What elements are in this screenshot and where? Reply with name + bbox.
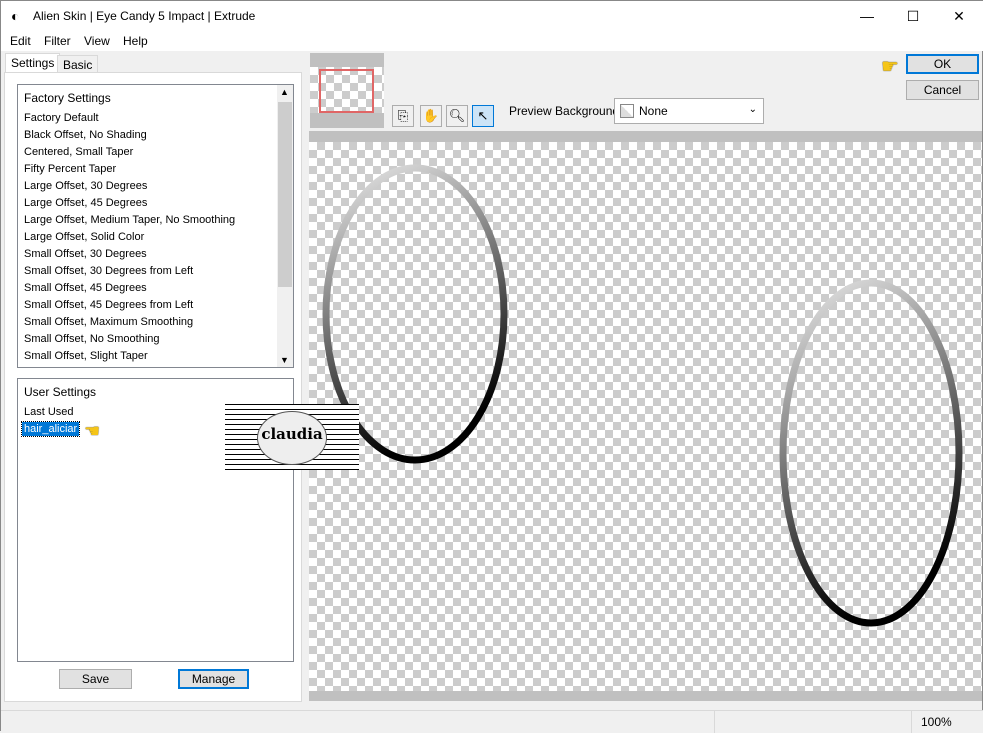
list-item-selected[interactable]: hair_aliciar [20, 421, 81, 437]
scroll-down-icon[interactable]: ▼ [280, 355, 289, 365]
menu-filter[interactable]: Filter [44, 34, 71, 48]
list-item[interactable]: Small Offset, 45 Degrees [24, 282, 147, 294]
ok-button[interactable]: OK [906, 54, 979, 74]
menu-edit[interactable]: Edit [10, 34, 31, 48]
list-item[interactable]: Large Offset, 45 Degrees [24, 197, 147, 209]
list-item[interactable]: Black Offset, No Shading [24, 129, 147, 141]
zoom-preview-icon[interactable]: ⎘ [392, 105, 414, 127]
pointing-hand-icon: ☚ [84, 421, 101, 441]
pointing-hand-icon: ☛ [881, 56, 899, 78]
preview-background-select[interactable]: None ⌄ [614, 98, 764, 124]
scroll-thumb[interactable] [278, 102, 292, 287]
save-button[interactable]: Save [59, 669, 132, 689]
menu-help[interactable]: Help [123, 34, 148, 48]
list-item[interactable]: Centered, Small Taper [24, 146, 133, 158]
scrollbar[interactable]: ▲ ▼ [277, 85, 293, 367]
close-button[interactable]: ✕ [936, 1, 982, 31]
app-icon: ◐ [11, 8, 20, 24]
menu-bar: Edit Filter View Help [1, 31, 983, 51]
tab-basic[interactable]: Basic [57, 55, 99, 73]
list-item[interactable]: Fifty Percent Taper [24, 163, 116, 175]
maximize-button[interactable]: ☐ [890, 1, 936, 31]
list-item[interactable]: Small Offset, Slight Taper [24, 350, 148, 362]
list-item[interactable]: Small Offset, 30 Degrees [24, 248, 147, 260]
title-bar: ◐ Alien Skin | Eye Candy 5 Impact | Extr… [1, 1, 983, 31]
list-item[interactable]: Large Offset, Solid Color [24, 231, 144, 243]
pointer-tool-icon[interactable]: ↖ [472, 105, 494, 127]
menu-view[interactable]: View [84, 34, 110, 48]
status-bar: 100% [1, 710, 983, 733]
list-item[interactable]: Large Offset, 30 Degrees [24, 180, 147, 192]
chevron-down-icon: ⌄ [748, 104, 757, 115]
list-item[interactable]: Factory Default [24, 112, 99, 124]
watermark-logo: claudia [225, 404, 359, 470]
minimize-button[interactable]: — [844, 1, 890, 31]
zoom-tool-icon[interactable]: 🔍︎ [446, 105, 468, 127]
factory-settings-header: Factory Settings [24, 91, 111, 105]
swatch-icon [620, 104, 634, 118]
user-settings-header: User Settings [24, 385, 97, 399]
preview-thumbnail[interactable] [310, 53, 384, 128]
preview-background-value: None [639, 104, 668, 118]
factory-settings-list[interactable]: Factory Settings Factory Default Black Of… [17, 84, 294, 368]
list-item[interactable]: Small Offset, No Smoothing [24, 333, 160, 345]
list-item[interactable]: Small Offset, 45 Degrees from Left [24, 299, 193, 311]
list-item[interactable]: Small Offset, Maximum Smoothing [24, 316, 193, 328]
list-item[interactable]: Small Offset, 30 Degrees from Left [24, 265, 193, 277]
scroll-up-icon[interactable]: ▲ [280, 87, 289, 97]
manage-button[interactable]: Manage [178, 669, 249, 689]
preview-image [322, 164, 963, 627]
tab-settings[interactable]: Settings [5, 53, 61, 73]
extruded-ellipse-right [779, 279, 963, 627]
list-item[interactable]: Last Used [24, 406, 74, 418]
zoom-level: 100% [921, 715, 952, 729]
thumbnail-view-frame[interactable] [319, 69, 374, 113]
preview-background-label: Preview Background: [509, 104, 623, 118]
cancel-button[interactable]: Cancel [906, 80, 979, 100]
window-title: Alien Skin | Eye Candy 5 Impact | Extrud… [33, 9, 256, 23]
list-item[interactable]: Large Offset, Medium Taper, No Smoothing [24, 214, 235, 226]
hand-tool-icon[interactable]: ✋ [420, 105, 442, 127]
preview-area[interactable] [309, 131, 982, 701]
